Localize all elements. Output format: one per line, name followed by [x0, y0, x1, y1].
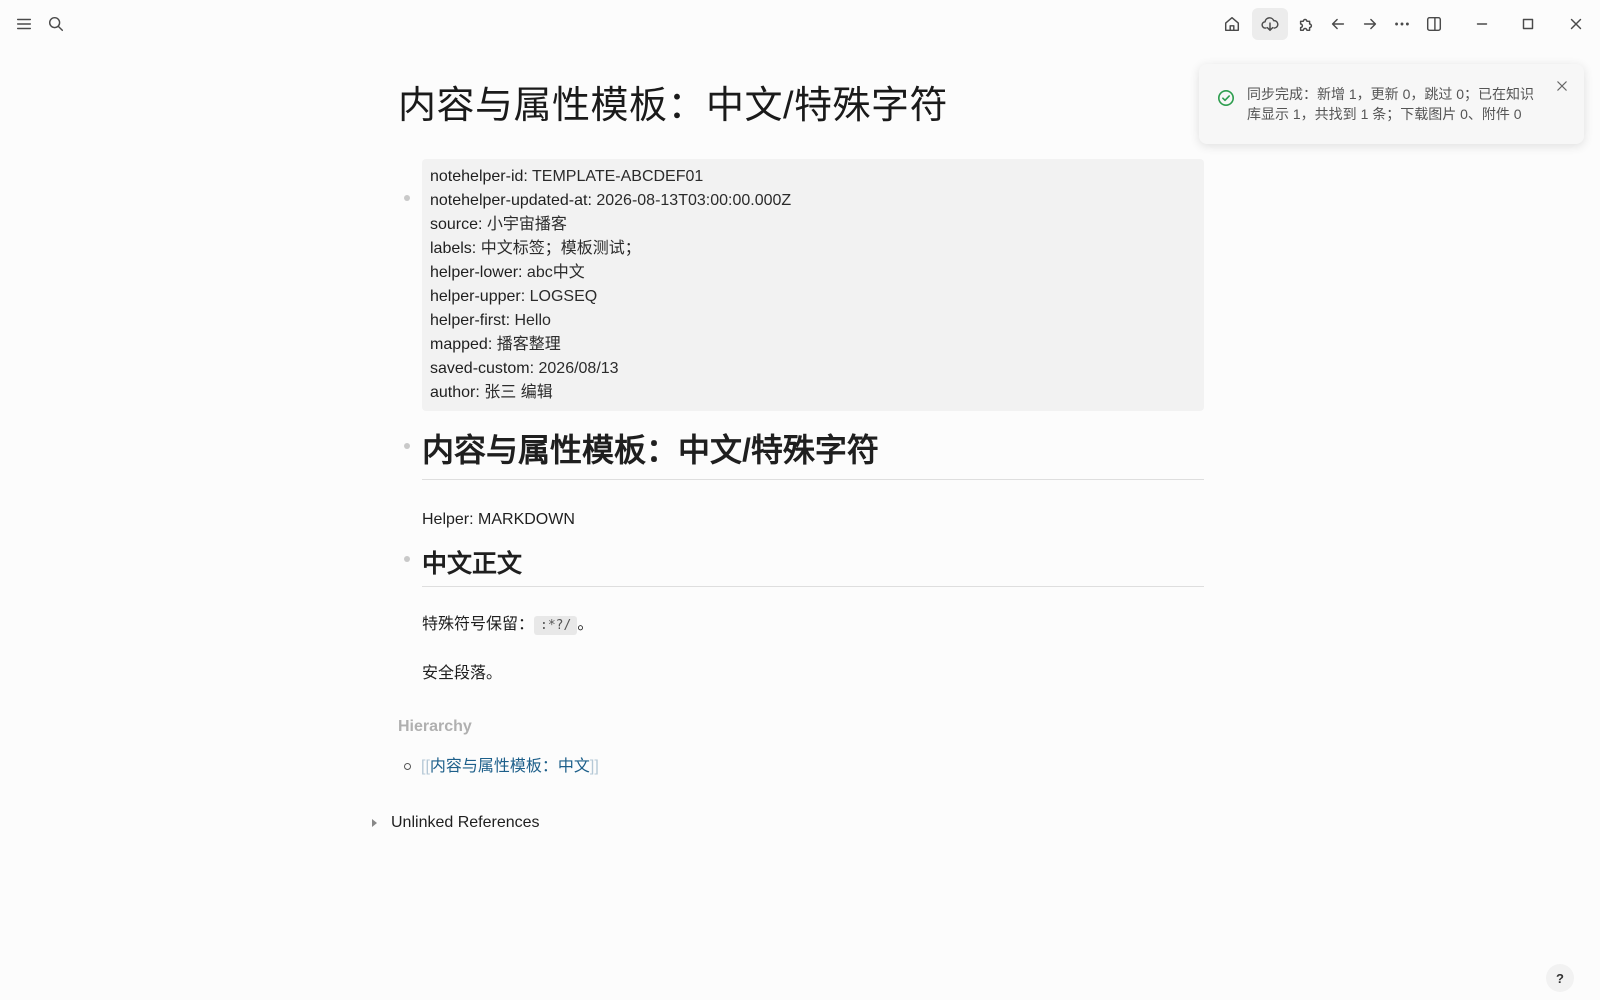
special-chars-paragraph: 特殊符号保留：:*?/。	[422, 613, 1203, 638]
home-icon[interactable]	[1216, 8, 1248, 40]
toast-line-2: 库显示 1，共找到 1 条；下载图片 0、附件 0	[1247, 106, 1522, 122]
heading-block[interactable]: 内容与属性模板：中文/特殊字符 Helper: MARKDOWN	[404, 411, 1204, 532]
sidebar-toggle-icon[interactable]	[1418, 8, 1450, 40]
property-row: helper-lower: abc中文	[430, 261, 1196, 285]
property-key[interactable]: saved-custom:	[430, 360, 534, 377]
menu-icon[interactable]	[8, 8, 40, 40]
sync-toast: 同步完成：新增 1，更新 0，跳过 0；已在知识 库显示 1，共找到 1 条；下…	[1199, 64, 1584, 144]
hierarchy-title: Hierarchy	[398, 718, 472, 735]
open-bracket: [[	[421, 758, 430, 775]
property-key[interactable]: notehelper-id:	[430, 168, 528, 185]
cloud-sync-icon[interactable]	[1252, 8, 1288, 40]
special-suffix: 。	[577, 616, 594, 633]
block-bullet[interactable]	[404, 195, 410, 201]
unlinked-references-label: Unlinked References	[391, 814, 540, 831]
close-bracket: ]]	[589, 758, 599, 775]
property-value: abc中文	[522, 264, 585, 281]
hierarchy-link[interactable]: 内容与属性模板：中文	[430, 758, 590, 775]
property-row: author: 张三 编辑	[430, 381, 1196, 405]
minimize-icon[interactable]	[1466, 8, 1498, 40]
block-bullet[interactable]	[404, 443, 410, 449]
property-value: 中文标签；模板测试；	[476, 240, 641, 257]
property-key[interactable]: labels:	[430, 240, 476, 257]
property-row: labels: 中文标签；模板测试；	[430, 237, 1196, 261]
property-key[interactable]: source:	[430, 216, 482, 233]
toast-line-1: 同步完成：新增 1，更新 0，跳过 0；已在知识	[1247, 86, 1535, 102]
top-toolbar	[0, 0, 1600, 48]
property-value: 张三 编辑	[479, 384, 553, 401]
property-row: helper-upper: LOGSEQ	[430, 285, 1196, 309]
search-icon[interactable]	[40, 8, 72, 40]
property-key[interactable]: helper-lower:	[430, 264, 522, 281]
heading-1: 内容与属性模板：中文/特殊字符	[422, 411, 1204, 480]
toast-close-icon[interactable]	[1552, 76, 1572, 96]
property-value: 播客整理	[492, 336, 561, 353]
help-button[interactable]: ?	[1546, 964, 1574, 992]
unlinked-references-toggle[interactable]: Unlinked References	[372, 814, 540, 832]
hierarchy-item: [[内容与属性模板：中文]]	[404, 752, 599, 776]
property-row: notehelper-id: TEMPLATE-ABCDEF01	[430, 165, 1196, 189]
property-row: source: 小宇宙播客	[430, 213, 1196, 237]
property-row: helper-first: Hello	[430, 309, 1196, 333]
puzzle-icon[interactable]	[1290, 8, 1322, 40]
property-row: mapped: 播客整理	[430, 333, 1196, 357]
properties-list: notehelper-id: TEMPLATE-ABCDEF01 notehelp…	[422, 159, 1204, 411]
page-content: 内容与属性模板：中文/特殊字符 notehelper-id: TEMPLATE-…	[398, 60, 1204, 686]
arrow-left-icon[interactable]	[1322, 8, 1354, 40]
app-window: 内容与属性模板：中文/特殊字符 notehelper-id: TEMPLATE-…	[0, 0, 1600, 1000]
helper-line: Helper: MARKDOWN	[422, 511, 575, 528]
chinese-body-block[interactable]: 中文正文 特殊符号保留：:*?/。 安全段落。	[404, 532, 1204, 686]
caret-right-icon[interactable]	[372, 818, 377, 827]
maximize-icon[interactable]	[1512, 8, 1544, 40]
close-icon[interactable]	[1560, 8, 1592, 40]
property-value: 2026/08/13	[534, 360, 619, 377]
page-title[interactable]: 内容与属性模板：中文/特殊字符	[398, 74, 1203, 129]
property-value: 小宇宙播客	[482, 216, 567, 233]
property-value: LOGSEQ	[525, 288, 598, 305]
properties-block[interactable]: notehelper-id: TEMPLATE-ABCDEF01 notehelp…	[404, 159, 1204, 411]
list-circle-icon	[404, 763, 411, 771]
inline-code: :*?/	[534, 616, 578, 635]
check-circle-icon	[1217, 89, 1235, 107]
property-value: TEMPLATE-ABCDEF01	[527, 168, 704, 185]
property-key[interactable]: mapped:	[430, 336, 492, 353]
property-key[interactable]: helper-first:	[430, 312, 510, 329]
more-icon[interactable]	[1386, 8, 1418, 40]
property-key[interactable]: author:	[430, 384, 480, 401]
block-bullet[interactable]	[404, 556, 410, 562]
property-key[interactable]: notehelper-updated-at:	[430, 192, 592, 209]
property-key[interactable]: helper-upper:	[430, 288, 525, 305]
property-row: saved-custom: 2026/08/13	[430, 357, 1196, 381]
property-value: 2026-08-13T03:00:00.000Z	[591, 192, 792, 209]
arrow-right-icon[interactable]	[1354, 8, 1386, 40]
property-value: Hello	[510, 312, 551, 329]
special-prefix: 特殊符号保留：	[422, 616, 535, 633]
heading-2: 中文正文	[422, 532, 1204, 587]
safe-paragraph: 安全段落。	[422, 665, 503, 682]
property-row: notehelper-updated-at: 2026-08-13T03:00:…	[430, 189, 1196, 213]
